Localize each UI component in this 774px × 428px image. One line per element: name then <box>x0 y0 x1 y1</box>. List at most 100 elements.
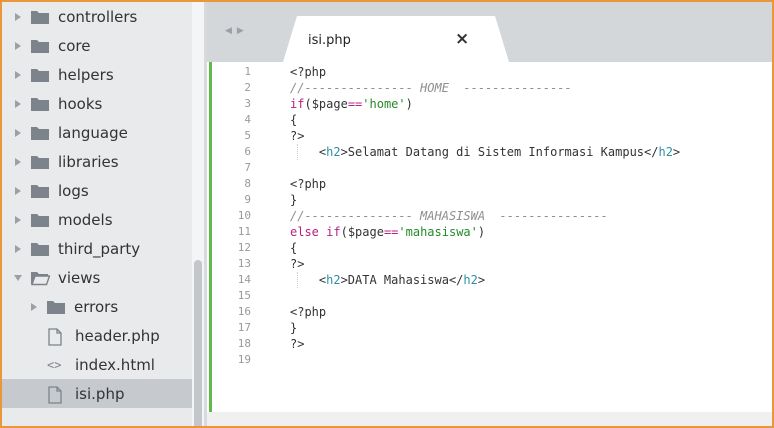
line-number: 4 <box>244 113 251 126</box>
tab-back-icon[interactable]: ◀ <box>225 26 232 36</box>
line-number-gutter: 1 2 3 4 5 6 7 8 9 10 11 12 13 14 15 16 17 18 19 <box>207 62 257 426</box>
chevron-down-icon[interactable] <box>12 272 24 284</box>
tab-title: isi.php <box>308 33 351 48</box>
sidebar-scroll-thumb[interactable] <box>194 260 202 426</box>
sidebar-item-label: libraries <box>58 152 119 171</box>
code-line: //--------------- HOME --------------- <box>290 80 572 96</box>
code-token-var: $page <box>347 225 384 239</box>
chevron-right-icon[interactable] <box>12 127 24 139</box>
sidebar-item-label: hooks <box>58 94 103 113</box>
code-token-text: ( <box>304 97 312 111</box>
code-token-php: <?php <box>290 177 327 191</box>
tab-forward-icon[interactable]: ▶ <box>237 26 244 36</box>
code-line: <?php <box>290 176 326 192</box>
code-token-tag: h2 <box>463 273 478 287</box>
code-token-text: } <box>290 193 298 207</box>
line-number: 16 <box>237 305 251 318</box>
close-icon[interactable]: × <box>455 29 469 49</box>
sidebar-item-label: controllers <box>58 7 138 26</box>
sidebar-item-third-party[interactable]: third_party <box>2 234 192 263</box>
folder-icon <box>30 212 50 228</box>
chevron-right-icon[interactable] <box>12 156 24 168</box>
current-line-highlight <box>207 412 772 426</box>
sidebar-scrollbar[interactable] <box>192 2 204 426</box>
code-token-text: >DATA Mahasiswa</ <box>340 273 464 287</box>
code-token-str: 'mahasiswa' <box>398 225 478 239</box>
code-token-php: <?php <box>290 65 327 79</box>
sidebar-item-controllers[interactable]: controllers <box>2 2 192 31</box>
sidebar-item-header-php[interactable]: header.php <box>2 321 192 350</box>
folder-icon <box>30 241 50 257</box>
sidebar-item-label: logs <box>58 181 89 200</box>
code-token-php: ?> <box>290 129 305 143</box>
code-line: //--------------- MAHASISWA ------------… <box>290 208 608 224</box>
file-icon <box>47 385 67 404</box>
folder-icon <box>30 96 50 112</box>
chevron-right-icon[interactable] <box>12 11 24 23</box>
code-token-text: ) <box>477 225 486 239</box>
chevron-right-icon[interactable] <box>28 301 40 313</box>
sidebar-item-label: third_party <box>58 239 141 258</box>
tab-isi-php[interactable]: isi.php × <box>283 16 509 62</box>
sidebar-item-libraries[interactable]: libraries <box>2 147 192 176</box>
tab-navigation: ◀ ▶ <box>225 26 244 36</box>
sidebar-item-language[interactable]: language <box>2 118 192 147</box>
code-line: else if($page=='mahasiswa') <box>290 224 485 240</box>
code-token-comment: //--------------- MAHASISWA ------------… <box>290 209 608 223</box>
code-token-text: { <box>290 113 298 127</box>
sidebar-item-views[interactable]: views <box>2 263 192 292</box>
code-token-kw: if <box>290 97 305 111</box>
code-token-text: > <box>477 273 486 287</box>
code-line: if($page=='home') <box>290 96 413 112</box>
sidebar-item-label: helpers <box>58 65 114 84</box>
line-number: 13 <box>237 257 251 270</box>
code-editor[interactable]: 1 2 3 4 5 6 7 8 9 10 11 12 13 14 15 16 17 18 19 <?php//---… <box>207 62 772 426</box>
sidebar-item-label: isi.php <box>75 384 125 403</box>
chevron-right-icon[interactable] <box>12 243 24 255</box>
code-token-kw: else if <box>290 225 341 239</box>
chevron-right-icon[interactable] <box>12 40 24 52</box>
code-token-text: ) <box>405 97 413 111</box>
indent-guide <box>297 144 298 160</box>
line-number: 3 <box>244 97 251 110</box>
code-line: <h2>DATA Mahasiswa</h2> <box>290 272 485 288</box>
code-line: { <box>290 112 297 128</box>
chevron-right-icon[interactable] <box>12 69 24 81</box>
folder-icon <box>46 299 66 315</box>
line-number: 6 <box>244 145 251 158</box>
sidebar-item-logs[interactable]: logs <box>2 176 192 205</box>
code-line: <?php <box>290 64 326 80</box>
file-tree-sidebar: controllers core helpers hooks language libra… <box>2 2 207 426</box>
sidebar-item-hooks[interactable]: hooks <box>2 89 192 118</box>
sidebar-item-index-html[interactable]: <> index.html <box>2 350 192 379</box>
line-number: 19 <box>237 353 251 366</box>
code-icon: <> <box>47 357 62 372</box>
chevron-right-icon[interactable] <box>12 98 24 110</box>
sidebar-item-core[interactable]: core <box>2 31 192 60</box>
code-line: ?> <box>290 128 304 144</box>
code-line: { <box>290 240 297 256</box>
folder-icon <box>30 183 50 199</box>
sidebar-item-isi-php[interactable]: isi.php <box>2 379 192 408</box>
sidebar-item-errors[interactable]: errors <box>2 292 192 321</box>
sidebar-item-label: core <box>58 36 91 55</box>
sidebar-item-helpers[interactable]: helpers <box>2 60 192 89</box>
chevron-right-icon[interactable] <box>12 185 24 197</box>
code-token-text: { <box>290 241 298 255</box>
line-number: 5 <box>244 129 251 142</box>
folder-icon <box>30 154 50 170</box>
code-token-op: == <box>347 97 363 111</box>
line-number: 11 <box>237 225 251 238</box>
sidebar-item-models[interactable]: models <box>2 205 192 234</box>
sidebar-item-label: errors <box>74 297 119 316</box>
indent-guide <box>297 272 298 288</box>
code-token-text: >Selamat Datang di Sistem Informasi Kamp… <box>340 145 659 159</box>
code-token-php: <?php <box>290 305 327 319</box>
code-token-tag: h2 <box>326 273 341 287</box>
folder-icon <box>30 9 50 25</box>
line-number: 2 <box>244 81 251 94</box>
sidebar-item-label: models <box>58 210 113 229</box>
code-token-str: 'home' <box>362 97 406 111</box>
chevron-right-icon[interactable] <box>12 214 24 226</box>
code-token-text: } <box>290 321 298 335</box>
